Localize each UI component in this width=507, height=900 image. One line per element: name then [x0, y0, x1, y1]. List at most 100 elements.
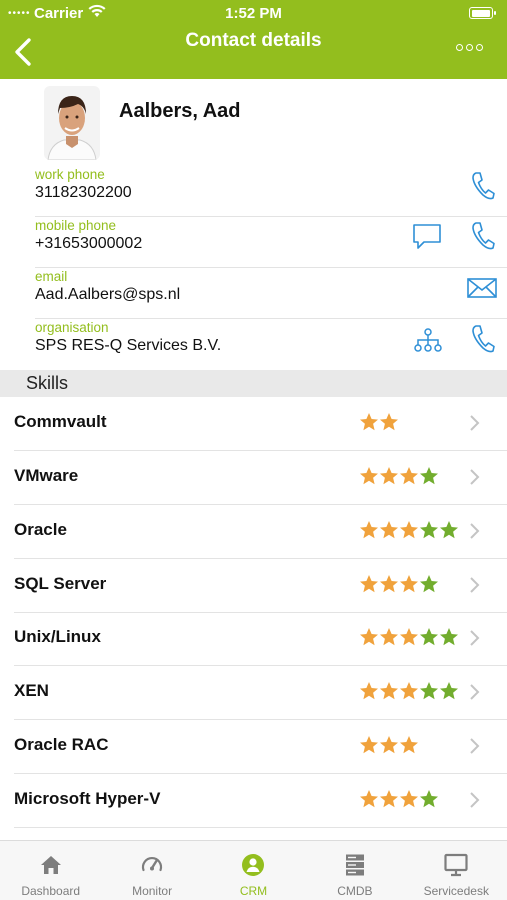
star-icon: [360, 736, 378, 754]
star-icon: [380, 521, 398, 539]
skill-rating: [359, 627, 459, 647]
message-bubble-icon: [413, 224, 441, 249]
star-icon: [420, 521, 438, 539]
star-icon: [420, 467, 438, 485]
field-label: organisation: [35, 320, 109, 335]
field-label: mobile phone: [35, 218, 117, 233]
skill-rating: [359, 520, 459, 540]
skill-row[interactable]: Commvault: [0, 397, 507, 451]
more-options-button[interactable]: [456, 44, 483, 51]
skill-row[interactable]: XEN: [0, 666, 507, 720]
field-value[interactable]: +31653000002: [35, 235, 142, 253]
mobile-phone-field: mobile phone +31653000002: [35, 218, 507, 268]
chevron-right-icon: [470, 415, 480, 431]
chevron-right-icon: [470, 577, 480, 593]
star-icon: [400, 521, 418, 539]
star-icon: [420, 790, 438, 808]
call-work-phone-button[interactable]: [466, 169, 500, 203]
field-label: work phone: [35, 167, 105, 182]
tab-label: Servicedesk: [423, 884, 489, 898]
tab-monitor[interactable]: Monitor: [101, 841, 202, 900]
skill-rating: [359, 735, 419, 755]
chevron-right-icon: [470, 684, 480, 700]
contact-name: Aalbers, Aad: [119, 100, 241, 122]
star-icon: [400, 736, 418, 754]
skill-name: Oracle: [14, 520, 67, 539]
organisation-field: organisation SPS RES-Q Services B.V.: [35, 320, 507, 370]
star-icon: [400, 575, 418, 593]
field-value[interactable]: 31182302200: [35, 184, 132, 202]
skill-row[interactable]: VMware: [0, 451, 507, 505]
skill-row[interactable]: Oracle RAC: [0, 720, 507, 774]
skill-name: XEN: [14, 681, 49, 700]
chevron-right-icon: [470, 792, 480, 808]
skills-section-header: Skills: [0, 370, 507, 397]
tab-label: CRM: [239, 884, 268, 898]
skill-row[interactable]: Oracle: [0, 505, 507, 559]
star-icon: [380, 628, 398, 646]
status-bar: ••••• Carrier 1:52 PM: [0, 0, 507, 26]
call-mobile-phone-button[interactable]: [466, 219, 500, 253]
star-icon: [360, 790, 378, 808]
email-field: email Aad.Aalbers@sps.nl: [35, 269, 507, 319]
field-value[interactable]: SPS RES-Q Services B.V.: [35, 337, 221, 355]
tab-label: Monitor: [132, 884, 173, 898]
person-icon: [242, 854, 265, 876]
star-icon: [440, 521, 458, 539]
star-icon: [380, 682, 398, 700]
skill-row[interactable]: Unix/Linux: [0, 612, 507, 666]
more-dots-icon: [456, 44, 463, 51]
skill-name: Unix/Linux: [14, 627, 101, 646]
field-label: email: [35, 269, 68, 284]
star-icon: [380, 467, 398, 485]
star-icon: [420, 628, 438, 646]
battery-icon: [469, 7, 496, 19]
star-icon: [380, 413, 398, 431]
skill-name: Commvault: [14, 412, 107, 431]
star-icon: [400, 682, 418, 700]
skill-row[interactable]: Microsoft Hyper-V: [0, 774, 507, 828]
star-icon: [360, 575, 378, 593]
home-icon: [40, 856, 61, 874]
hierarchy-icon: [414, 328, 442, 352]
star-icon: [400, 628, 418, 646]
tab-servicedesk[interactable]: Servicedesk: [406, 841, 507, 900]
skill-rating: [359, 412, 399, 432]
skill-name: Microsoft Hyper-V: [14, 789, 161, 808]
phone-icon: [472, 325, 495, 353]
org-chart-button[interactable]: [411, 323, 445, 357]
send-email-button[interactable]: [465, 271, 499, 305]
star-icon: [440, 682, 458, 700]
skill-row[interactable]: SQL Server: [0, 559, 507, 613]
star-icon: [380, 575, 398, 593]
chevron-right-icon: [470, 469, 480, 485]
tab-cmdb[interactable]: CMDB: [304, 841, 405, 900]
gauge-icon: [141, 856, 163, 872]
phone-icon: [472, 222, 495, 250]
star-icon: [360, 413, 378, 431]
send-sms-button[interactable]: [410, 219, 444, 253]
star-icon: [420, 575, 438, 593]
skill-rating: [359, 681, 459, 701]
section-title: Skills: [26, 373, 69, 393]
tab-bar: Dashboard Monitor CRM CMDB Servicedesk: [0, 840, 507, 900]
skill-rating: [359, 574, 439, 594]
star-icon: [380, 790, 398, 808]
tab-dashboard[interactable]: Dashboard: [0, 841, 101, 900]
skill-name: Oracle RAC: [14, 735, 109, 754]
chevron-right-icon: [470, 738, 480, 754]
avatar: [44, 86, 100, 160]
chevron-right-icon: [470, 523, 480, 539]
work-phone-field: work phone 31182302200: [35, 167, 507, 217]
skill-name: VMware: [14, 466, 79, 485]
monitor-icon: [444, 853, 468, 877]
tab-crm[interactable]: CRM: [203, 841, 304, 900]
star-icon: [380, 736, 398, 754]
star-icon: [420, 682, 438, 700]
star-icon: [400, 467, 418, 485]
skill-rating: [359, 789, 439, 809]
navigation-bar: ••••• Carrier 1:52 PM Contact details: [0, 0, 507, 79]
call-organisation-button[interactable]: [466, 322, 500, 356]
field-value[interactable]: Aad.Aalbers@sps.nl: [35, 286, 180, 304]
star-icon: [440, 628, 458, 646]
